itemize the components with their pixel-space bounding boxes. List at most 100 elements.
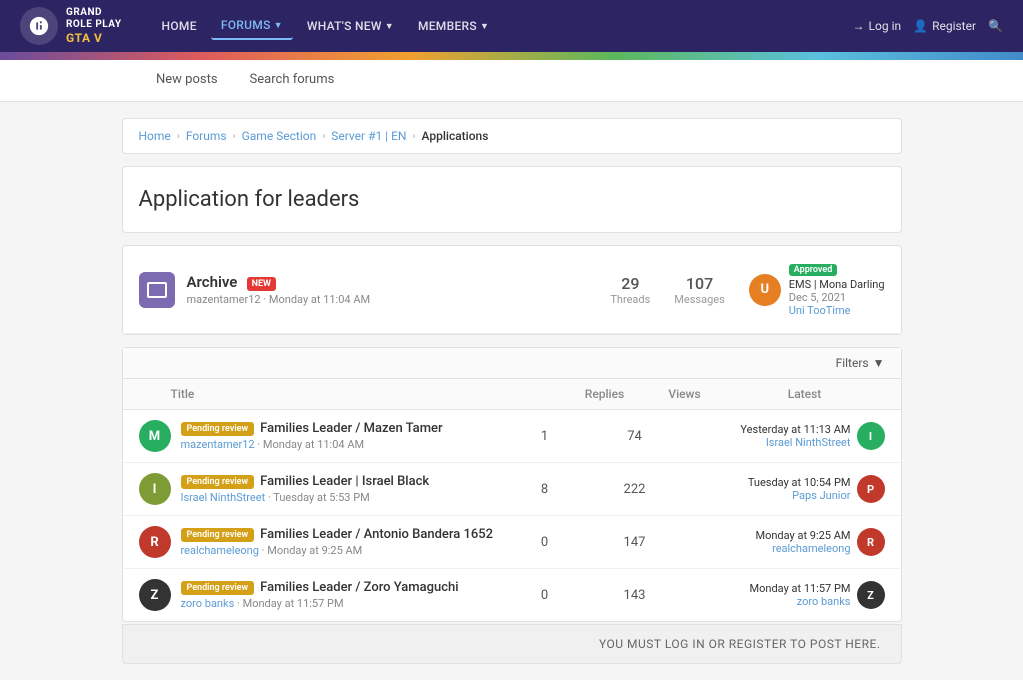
nav-forums[interactable]: FORUMS ▼ [211,12,293,40]
header-actions: → Log in 👤 Register 🔍 [853,19,1003,33]
thread-list: Filters ▼ Title Replies Views Latest M P… [122,347,902,622]
thread-replies: 0 [505,535,585,550]
thread-sub: mazentamer12 · Monday at 11:04 AM [181,438,495,451]
thread-row: M Pending review Families Leader / Mazen… [123,410,901,463]
login-prompt: YOU MUST LOG IN OR REGISTER TO POST HERE… [122,624,902,664]
thread-sub: zoro banks · Monday at 11:57 PM [181,597,495,610]
breadcrumb: Home › Forums › Game Section › Server #1… [122,118,902,154]
thread-author[interactable]: realchameleong [181,544,259,557]
col-replies-header: Replies [565,387,645,401]
breadcrumb-server[interactable]: Server #1 | EN [331,129,406,143]
thread-latest-time: Monday at 9:25 AM [691,529,851,542]
search-forums-button[interactable]: Search forums [234,60,351,101]
thread-info: Pending review Families Leader / Antonio… [181,527,495,557]
forums-caret: ▼ [274,20,283,31]
thread-title[interactable]: Families Leader / Zoro Yamaguchi [260,580,458,595]
thread-title[interactable]: Families Leader / Antonio Bandera 1652 [260,527,493,542]
thread-latest-avatar: P [857,475,885,503]
thread-row: I Pending review Families Leader | Israe… [123,463,901,516]
filters-button[interactable]: Filters ▼ [836,356,885,370]
thread-info: Pending review Families Leader / Mazen T… [181,421,495,451]
breadcrumb-forums[interactable]: Forums [186,129,227,143]
thread-latest-val: Monday at 9:25 AM realchameleong [691,529,851,555]
archive-latest-info: Approved EMS | Mona Darling Dec 5, 2021 … [789,262,885,317]
thread-latest-avatar: Z [857,581,885,609]
thread-title[interactable]: Families Leader | Israel Black [260,474,429,489]
thread-title[interactable]: Families Leader / Mazen Tamer [260,421,442,436]
threads-count: 29 [610,274,650,293]
threads-label: Threads [610,293,650,306]
new-posts-button[interactable]: New posts [140,60,234,101]
logo-svg [28,15,50,37]
thread-author[interactable]: mazentamer12 [181,438,255,451]
main-nav: HOME FORUMS ▼ WHAT'S NEW ▼ MEMBERS ▼ [152,12,853,40]
col-views-header: Views [645,387,725,401]
thread-replies: 8 [505,482,585,497]
thread-title-row: Pending review Families Leader | Israel … [181,474,495,489]
thread-avatar: Z [139,579,171,611]
thread-views: 143 [595,588,675,603]
thread-replies: 0 [505,588,585,603]
pending-tag: Pending review [181,581,255,595]
thread-latest-user[interactable]: Paps Junior [691,489,851,502]
thread-sub: Israel NinthStreet · Tuesday at 5:53 PM [181,491,495,504]
pending-tag: Pending review [181,528,255,542]
thread-title-row: Pending review Families Leader / Antonio… [181,527,495,542]
approved-tag: Approved [789,264,838,276]
archive-name-row: Archive NEW [187,273,371,291]
sep2: › [233,131,236,142]
thread-latest-user[interactable]: realchameleong [691,542,851,555]
sep3: › [322,131,325,142]
search-button[interactable]: 🔍 [988,19,1003,33]
archive-latest-date: Dec 5, 2021 [789,291,885,304]
nav-whats-new[interactable]: WHAT'S NEW ▼ [297,13,404,39]
thread-views: 74 [595,429,675,444]
nav-members[interactable]: MEMBERS ▼ [408,13,499,39]
logo-icon [20,7,58,45]
thread-latest: Yesterday at 11:13 AM Israel NinthStreet… [685,422,885,450]
archive-latest-title: EMS | Mona Darling [789,278,885,291]
nav-home[interactable]: HOME [152,13,207,39]
messages-count: 107 [674,274,724,293]
thread-latest: Tuesday at 10:54 PM Paps Junior P [685,475,885,503]
archive-info: Archive NEW mazentamer12 · Monday at 11:… [187,273,371,306]
archive-icon [139,272,175,308]
thread-avatar: M [139,420,171,452]
whats-new-caret: ▼ [385,21,394,32]
thread-author[interactable]: zoro banks [181,597,235,610]
thread-latest-avatar: I [857,422,885,450]
sep4: › [412,131,415,142]
archive-latest: U Approved EMS | Mona Darling Dec 5, 202… [749,262,885,317]
col-title-header: Title [171,387,565,401]
thread-row: Z Pending review Families Leader / Zoro … [123,569,901,621]
threads-stat: 29 Threads [610,274,650,306]
thread-info: Pending review Families Leader | Israel … [181,474,495,504]
thread-list-header: Filters ▼ [123,348,901,379]
breadcrumb-game-section[interactable]: Game Section [242,129,317,143]
archive-latest-user[interactable]: Uni TooTime [789,304,885,317]
page-title-box: Application for leaders [122,166,902,233]
thread-avatar: I [139,473,171,505]
main-content: Home › Forums › Game Section › Server #1… [122,102,902,680]
messages-label: Messages [674,293,724,306]
thread-latest: Monday at 9:25 AM realchameleong R [685,528,885,556]
thread-latest: Monday at 11:57 PM zoro banks Z [685,581,885,609]
color-banner [0,52,1023,60]
thread-latest-val: Yesterday at 11:13 AM Israel NinthStreet [691,423,851,449]
header: GRAND ROLE PLAY GTA V HOME FORUMS ▼ WHAT… [0,0,1023,52]
logo[interactable]: GRAND ROLE PLAY GTA V [20,7,122,45]
thread-latest-user[interactable]: zoro banks [691,595,851,608]
register-icon: 👤 [913,19,928,33]
thread-latest-user[interactable]: Israel NinthStreet [691,436,851,449]
login-button[interactable]: → Log in [853,19,902,33]
thread-sub: realchameleong · Monday at 9:25 AM [181,544,495,557]
breadcrumb-home[interactable]: Home [139,129,171,143]
archive-name[interactable]: Archive [187,273,238,291]
thread-latest-avatar: R [857,528,885,556]
thread-author[interactable]: Israel NinthStreet [181,491,266,504]
pending-tag: Pending review [181,422,255,436]
archive-row: Archive NEW mazentamer12 · Monday at 11:… [123,246,901,334]
register-button[interactable]: 👤 Register [913,19,976,33]
page-title: Application for leaders [139,187,885,212]
thread-latest-val: Monday at 11:57 PM zoro banks [691,582,851,608]
